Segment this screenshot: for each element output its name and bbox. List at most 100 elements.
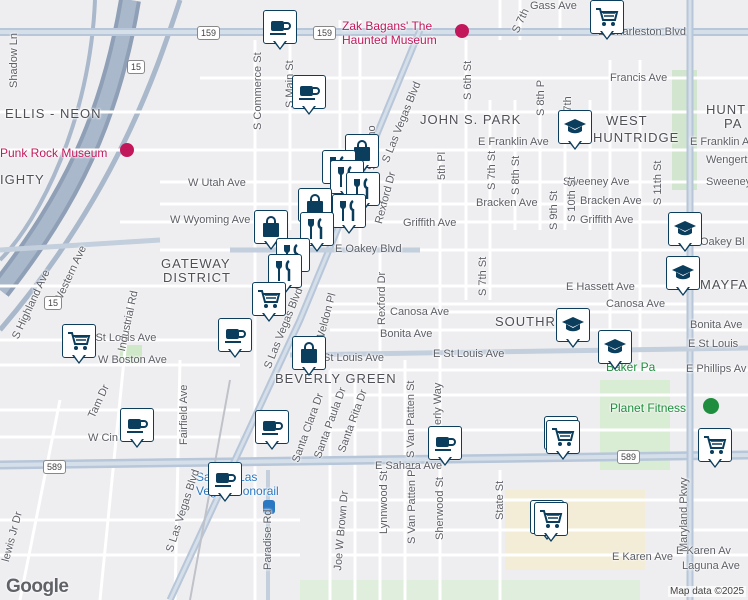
- cart-marker[interactable]: [590, 0, 626, 44]
- restaurant-marker[interactable]: [332, 194, 368, 238]
- interstate-15-shield: 15: [44, 296, 63, 310]
- cart-icon: [534, 502, 568, 536]
- street-w-boston: W Boston Ave: [98, 354, 167, 366]
- street-s-8th-top: S 8th P: [535, 79, 547, 116]
- street-w-wyoming: W Wyoming Ave: [170, 214, 251, 226]
- street-state: State St: [494, 480, 506, 520]
- map-canvas[interactable]: ELLIS - NEON IGHTY JOHN S. PARK WEST HUN…: [0, 0, 748, 600]
- coffee-marker[interactable]: [208, 462, 244, 506]
- street-francis: Francis Ave: [610, 72, 668, 84]
- street-laguna: Laguna Ave: [682, 560, 740, 572]
- area-huntridge: HUNTRIDGE: [593, 130, 680, 145]
- poi-zak-label-2[interactable]: Haunted Museum: [342, 33, 437, 47]
- cart-marker[interactable]: [534, 502, 570, 546]
- street-st-louis-w: St Louis Ave: [323, 352, 384, 364]
- street-e-franklin-r: E Franklin Av: [690, 136, 748, 148]
- street-lynnwood: Lynnwood St: [378, 470, 390, 534]
- street-e-karen-2: E Karen Ave: [612, 551, 673, 563]
- school-marker[interactable]: [666, 256, 702, 300]
- area-gateway: GATEWAY: [161, 256, 231, 271]
- coffee-marker[interactable]: [120, 408, 156, 452]
- cart-icon: [698, 428, 732, 462]
- fitness-pin-icon[interactable]: [703, 398, 719, 414]
- coffee-marker[interactable]: [428, 426, 464, 470]
- museum-icon[interactable]: [120, 143, 134, 157]
- school-marker[interactable]: [668, 212, 704, 256]
- street-5th-pl: 5th Pl: [436, 151, 448, 180]
- poi-planet-fitness[interactable]: Planet Fitness: [610, 401, 686, 415]
- street-s-7th: S 7th St: [486, 150, 498, 190]
- coffee-icon: [120, 408, 154, 442]
- street-s-commerce: S Commerce St: [252, 52, 264, 130]
- street-w-cin: W Cin: [88, 432, 118, 444]
- cart-marker[interactable]: [62, 324, 98, 368]
- cart-icon: [590, 0, 624, 34]
- shopping-bag-marker[interactable]: [292, 336, 328, 380]
- street-s-van-patten-pl: S Van Patten Pl: [406, 467, 418, 544]
- route-159-shield: 159: [313, 26, 337, 40]
- area-mayfair: MAYFA: [700, 277, 748, 292]
- street-bonita-r: Bonita Ave: [690, 319, 743, 331]
- cart-icon: [546, 420, 580, 454]
- museum-icon[interactable]: [455, 24, 469, 38]
- coffee-marker[interactable]: [218, 318, 254, 362]
- street-s-7th-2: S 7th St: [477, 256, 489, 296]
- street-s-8th: S 8th St: [510, 155, 522, 195]
- street-griffith-r: Griffith Ave: [580, 214, 634, 226]
- street-e-franklin: E Franklin Ave: [478, 136, 549, 148]
- street-w-utah: W Utah Ave: [188, 177, 246, 189]
- cart-icon: [252, 282, 286, 316]
- poi-punk-label[interactable]: Punk Rock Museum: [0, 146, 107, 160]
- map-credit[interactable]: Map data ©2025: [668, 586, 747, 597]
- coffee-icon: [208, 462, 242, 496]
- school-icon: [558, 110, 592, 144]
- street-paradise: Paradise Rd: [262, 509, 274, 570]
- school-marker[interactable]: [598, 330, 634, 374]
- coffee-marker[interactable]: [292, 75, 328, 119]
- street-bracken-r: Bracken Ave: [580, 195, 642, 207]
- street-e-oakey: E Oakey Blvd: [335, 243, 402, 255]
- coffee-icon: [255, 410, 289, 444]
- street-e-phillips: E Phillips Av: [686, 363, 747, 375]
- school-marker[interactable]: [556, 308, 592, 352]
- coffee-icon: [218, 318, 252, 352]
- school-marker[interactable]: [558, 110, 594, 154]
- cart-marker[interactable]: [546, 420, 582, 464]
- cart-marker[interactable]: [698, 428, 734, 472]
- poi-zak-label[interactable]: Zak Bagans' The: [342, 19, 432, 33]
- area-ellis-neon: ELLIS - NEON: [5, 106, 102, 121]
- area-hunt: HUNT: [706, 102, 747, 117]
- interstate-15-shield: 15: [127, 60, 146, 74]
- street-e-st-louis: E St Louis Ave: [433, 348, 505, 360]
- cart-marker[interactable]: [252, 282, 288, 326]
- school-icon: [598, 330, 632, 364]
- coffee-icon: [292, 75, 326, 109]
- street-fairfield: Fairfield Ave: [178, 384, 190, 445]
- shopping-bag-icon: [292, 336, 326, 370]
- street-e-st-louis-r: E St Louis: [688, 338, 739, 350]
- street-canosa: Canosa Ave: [390, 306, 450, 318]
- area-john-s-park: JOHN S. PARK: [420, 112, 522, 127]
- route-589-shield: 589: [617, 450, 641, 464]
- cart-icon: [62, 324, 96, 358]
- restaurant-icon: [332, 194, 366, 228]
- coffee-marker[interactable]: [255, 410, 291, 454]
- google-logo: Google: [6, 576, 69, 597]
- street-sweeney-r: Sweeney: [706, 176, 748, 188]
- street-bonita: Bonita Ave: [380, 328, 433, 340]
- street-sherwood: Sherwood St: [434, 477, 446, 540]
- area-ighty: IGHTY: [0, 172, 45, 187]
- school-icon: [668, 212, 702, 246]
- school-icon: [556, 308, 590, 342]
- area-southridge: SOUTHR: [495, 314, 556, 329]
- street-canosa-r: Canosa Ave: [606, 298, 666, 310]
- street-griffith: Griffith Ave: [403, 217, 457, 229]
- street-oakey-r: Oakey Bl: [700, 236, 745, 248]
- street-maryland: Maryland Pkwy: [678, 477, 690, 552]
- school-icon: [666, 256, 700, 290]
- coffee-marker[interactable]: [263, 10, 299, 54]
- area-pa: PA: [724, 116, 743, 131]
- street-s-6th: S 6th St: [462, 60, 474, 100]
- route-589-shield: 589: [43, 460, 67, 474]
- street-s-11th: S 11th St: [652, 160, 664, 205]
